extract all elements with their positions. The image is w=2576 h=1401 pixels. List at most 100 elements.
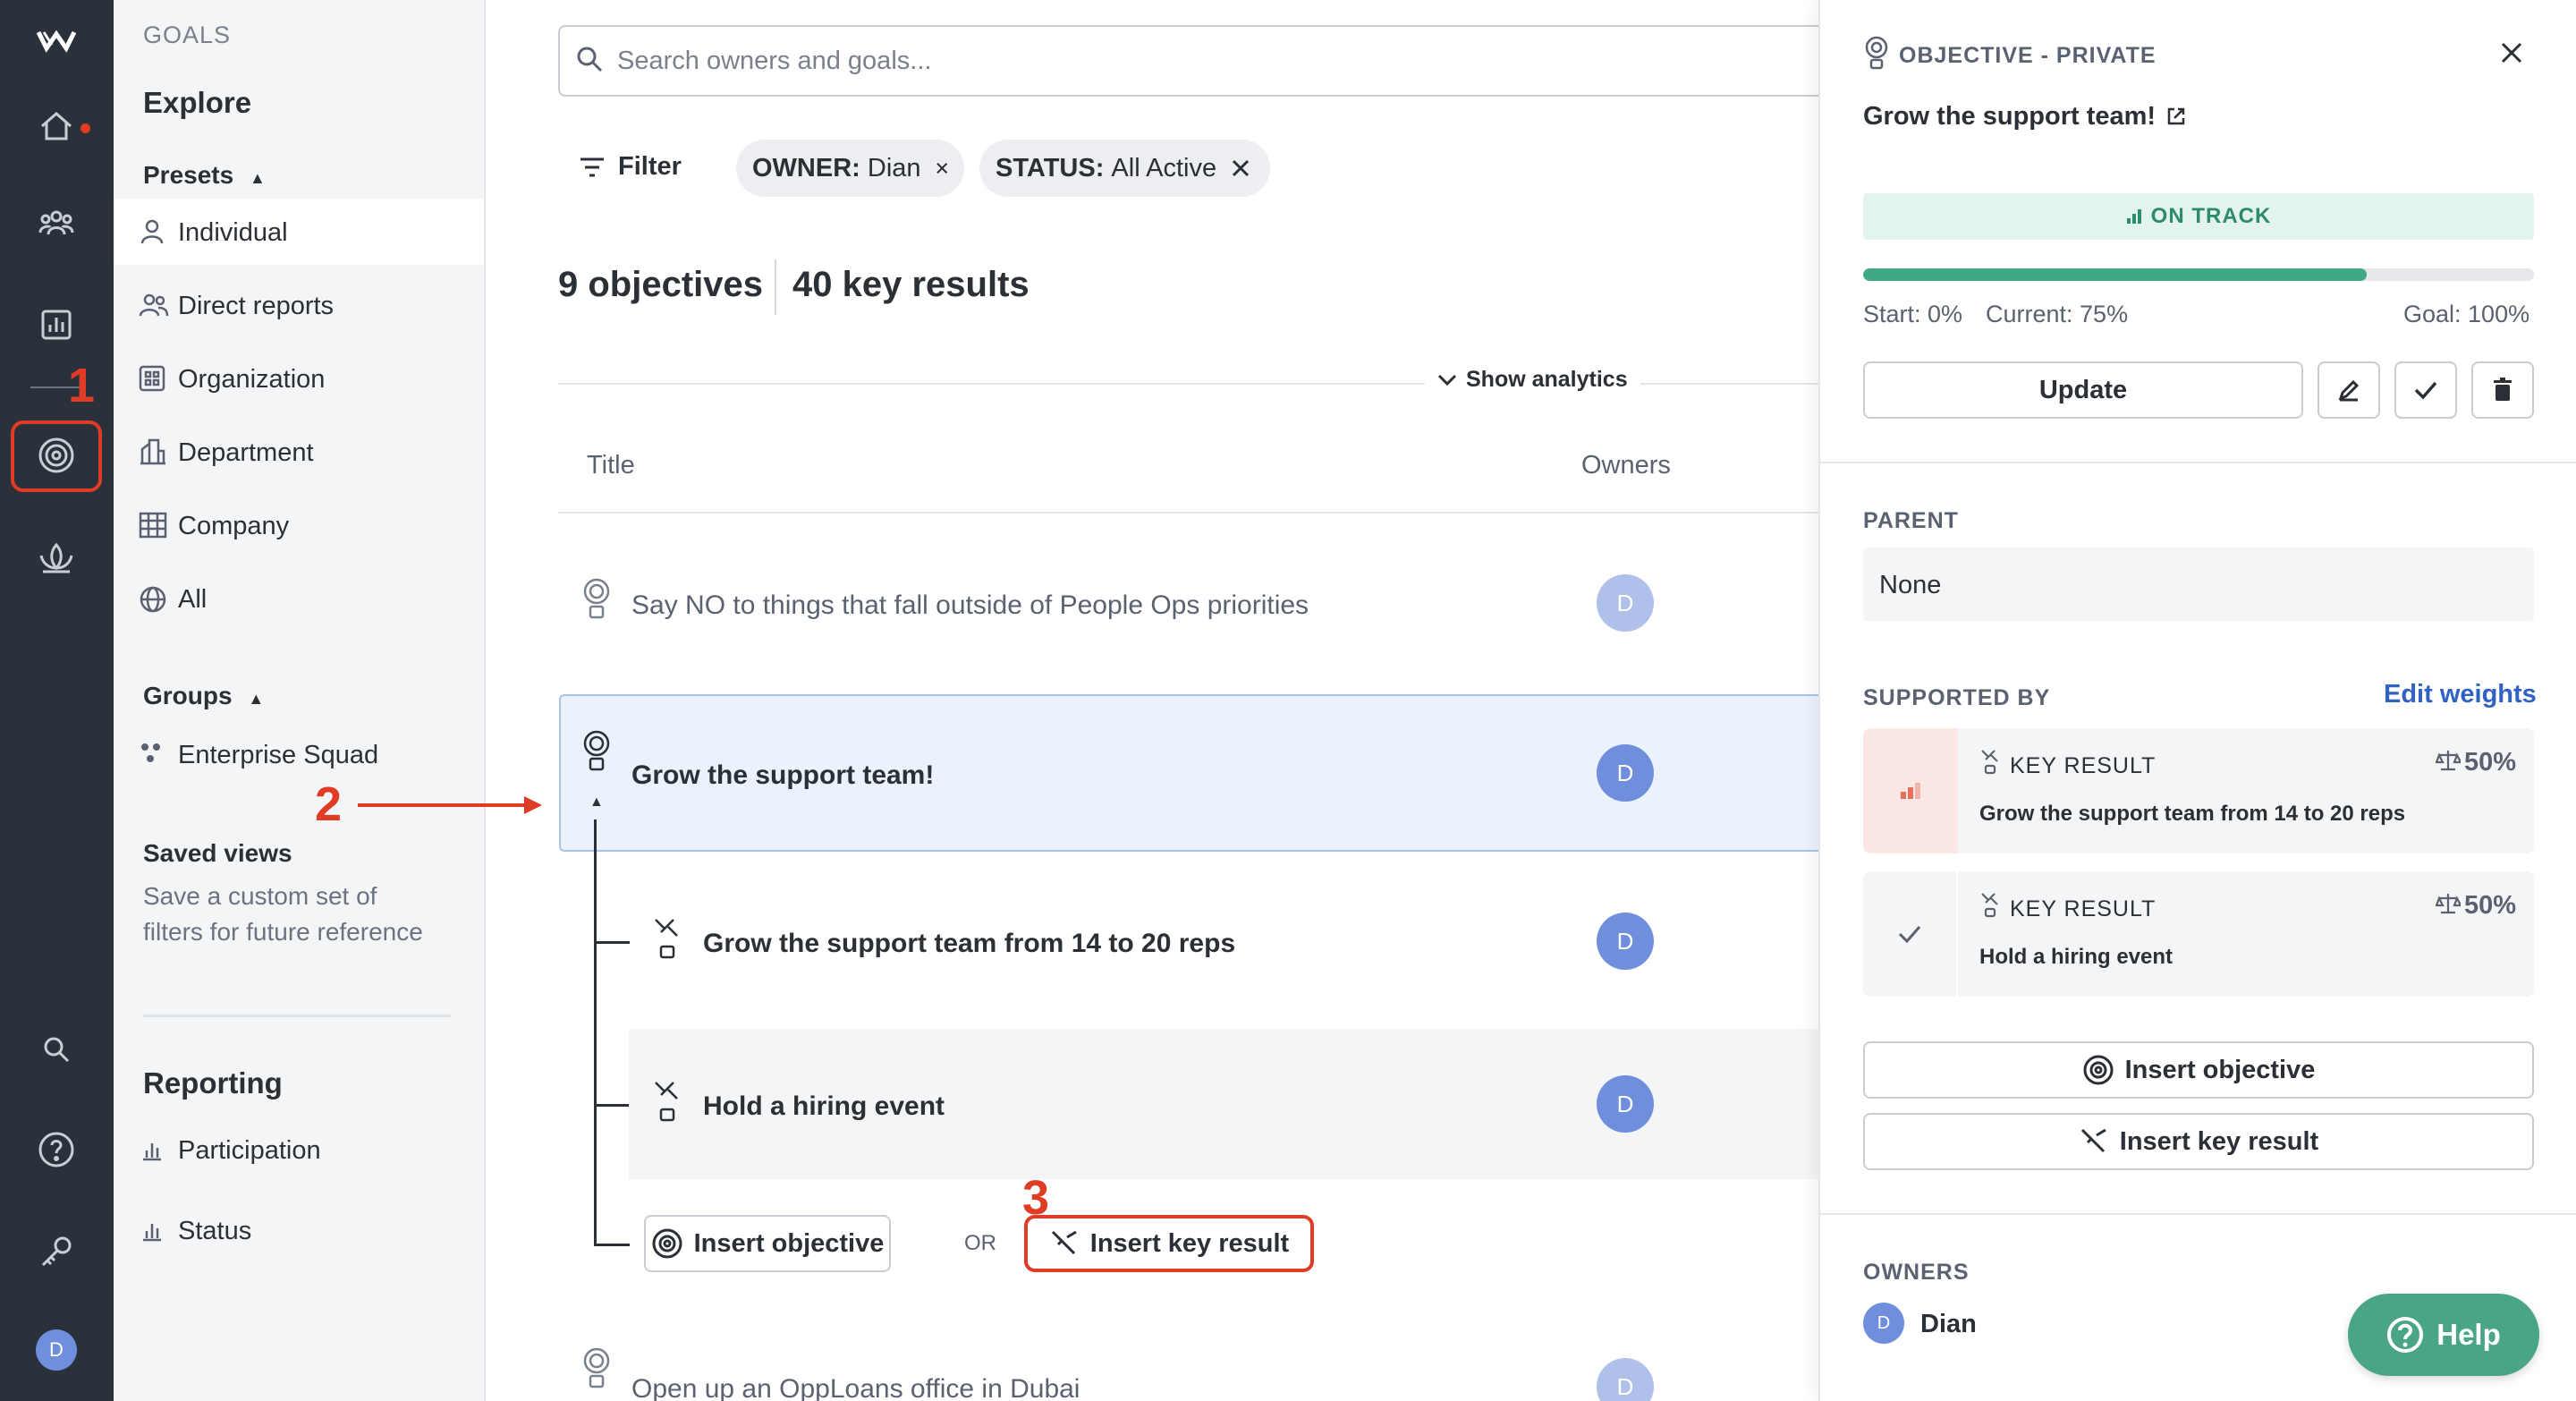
key-icon[interactable] (32, 1227, 80, 1276)
edit-button[interactable] (2318, 361, 2380, 419)
key-results-count: 40 key results (792, 265, 1030, 304)
chip-key: OWNER: (752, 153, 860, 183)
status-label: ON TRACK (2150, 204, 2272, 228)
sidebar-item-status[interactable]: Status (178, 1217, 251, 1246)
owner-name[interactable]: Dian (1920, 1310, 1977, 1339)
lotus-icon[interactable] (32, 533, 80, 582)
table-row-title[interactable]: Say NO to things that fall outside of Pe… (631, 590, 1309, 621)
presets-header[interactable]: Presets ▲ (143, 161, 266, 190)
filter-label: Filter (618, 152, 682, 181)
sidebar-explore[interactable]: Explore (143, 86, 251, 120)
kr-weight: 50% (2464, 748, 2517, 777)
key-result-card[interactable]: KEY RESULT 50% Hold a hiring event (1863, 871, 2534, 997)
groups-header[interactable]: Groups ▲ (143, 682, 264, 710)
owner-filter-chip[interactable]: OWNER: Dian (736, 140, 964, 197)
table-row-title[interactable]: Open up an OppLoans office in Dubai (631, 1374, 1080, 1401)
count-divider (775, 259, 776, 315)
close-icon[interactable] (2500, 41, 2523, 64)
column-owners[interactable]: Owners (1581, 451, 1671, 480)
show-analytics-label: Show analytics (1466, 367, 1628, 392)
insert-key-result-label: Insert key result (2119, 1126, 2319, 1156)
sidebar-item-department[interactable]: Department (178, 438, 314, 468)
collapse-caret-icon[interactable]: ▲ (589, 794, 604, 811)
tree-branch (594, 1104, 630, 1107)
complete-button[interactable] (2394, 361, 2457, 419)
check-icon (1898, 926, 1921, 944)
kr-type: KEY RESULT (2010, 753, 2157, 778)
owner-avatar[interactable]: D (1597, 744, 1654, 802)
logo-icon[interactable] (32, 16, 80, 64)
help-circle-icon[interactable] (32, 1125, 80, 1174)
people-icon[interactable] (32, 199, 80, 247)
owner-avatar[interactable]: D (1597, 913, 1654, 970)
insert-key-result-button[interactable]: Insert key result (1024, 1215, 1314, 1272)
column-title[interactable]: Title (587, 451, 635, 480)
sidebar-item-direct-reports[interactable]: Direct reports (178, 292, 334, 321)
filter-button[interactable]: Filter (579, 152, 682, 182)
parent-field[interactable] (1863, 548, 2534, 621)
sidebar-item-individual-active[interactable] (114, 199, 484, 265)
insert-key-result-label: Insert key result (1089, 1228, 1290, 1258)
sidebar-item-participation[interactable]: Participation (178, 1136, 321, 1166)
or-separator: OR (964, 1231, 996, 1255)
notification-dot (80, 123, 90, 133)
person-icon (139, 218, 169, 249)
sidebar-item-enterprise-squad[interactable]: Enterprise Squad (178, 741, 378, 770)
status-filter-chip[interactable]: STATUS: All Active (979, 140, 1270, 197)
objective-title: Grow the support team! (1863, 102, 2157, 131)
close-icon[interactable] (936, 158, 948, 178)
kr-status-thumb (1863, 871, 1958, 997)
scale-icon (2436, 748, 2461, 773)
panel-insert-key-result-button[interactable]: Insert key result (1863, 1113, 2534, 1170)
table-row-title[interactable]: Grow the support team! (631, 760, 934, 791)
kr-title: Hold a hiring event (1979, 945, 2174, 969)
key-result-icon (652, 1079, 682, 1124)
user-avatar[interactable]: D (36, 1329, 77, 1371)
goals-main: Search owners and goals... Filter OWNER:… (486, 0, 1818, 1401)
chevron-down-icon (1437, 374, 1457, 386)
help-label: Help (2436, 1318, 2501, 1351)
table-row-title[interactable]: Hold a hiring event (703, 1091, 945, 1122)
owner-avatar[interactable]: D (1597, 1075, 1654, 1133)
owner-avatar[interactable]: D (1597, 574, 1654, 632)
search-icon (575, 45, 604, 73)
owner-avatar[interactable]: D (1863, 1303, 1904, 1344)
edit-weights-link[interactable]: Edit weights (2384, 680, 2537, 709)
sidebar-item-all[interactable]: All (178, 585, 207, 615)
people-icon (139, 292, 169, 322)
analytics-icon[interactable] (32, 301, 80, 349)
panel-insert-objective-button[interactable]: Insert objective (1863, 1041, 2534, 1099)
annotation-arrow (358, 794, 546, 816)
status-banner: ON TRACK (1863, 193, 2534, 240)
kr-status-thumb (1863, 728, 1958, 853)
sidebar-item-organization[interactable]: Organization (178, 365, 325, 395)
target-icon (2083, 1055, 2114, 1085)
delete-button[interactable] (2471, 361, 2534, 419)
target-icon (652, 1228, 682, 1259)
search-icon[interactable] (32, 1025, 80, 1074)
owners-label: OWNERS (1863, 1260, 1970, 1285)
search-placeholder: Search owners and goals... (617, 47, 932, 75)
supported-by-label: SUPPORTED BY (1863, 685, 2051, 710)
check-icon (2414, 381, 2437, 400)
show-analytics-toggle[interactable]: Show analytics (1425, 367, 1640, 393)
scale-icon (2436, 891, 2461, 916)
sidebar-item-company[interactable]: Company (178, 512, 289, 541)
key-result-card[interactable]: KEY RESULT 50% Grow the support team fro… (1863, 728, 2534, 853)
sidebar-item-individual[interactable]: Individual (178, 218, 288, 248)
annotation-step-2-number: 2 (315, 777, 343, 831)
objective-detail-panel: OBJECTIVE - PRIVATE Grow the support tea… (1818, 0, 2576, 1401)
update-button[interactable]: Update (1863, 361, 2303, 419)
home-icon[interactable] (32, 102, 80, 150)
owner-avatar[interactable]: D (1597, 1358, 1654, 1401)
caret-up-icon: ▲ (249, 169, 266, 187)
saved-views-desc-2: filters for future reference (143, 918, 423, 946)
table-row-title[interactable]: Grow the support team from 14 to 20 reps (703, 929, 1235, 959)
key-result-icon (652, 916, 682, 961)
external-link-icon[interactable] (2165, 106, 2187, 127)
close-icon[interactable] (1231, 158, 1250, 178)
help-button[interactable]: Help (2348, 1294, 2539, 1376)
chip-value: All Active (1111, 153, 1217, 183)
goals-target-icon[interactable] (32, 431, 80, 480)
insert-objective-button[interactable]: Insert objective (644, 1215, 891, 1272)
